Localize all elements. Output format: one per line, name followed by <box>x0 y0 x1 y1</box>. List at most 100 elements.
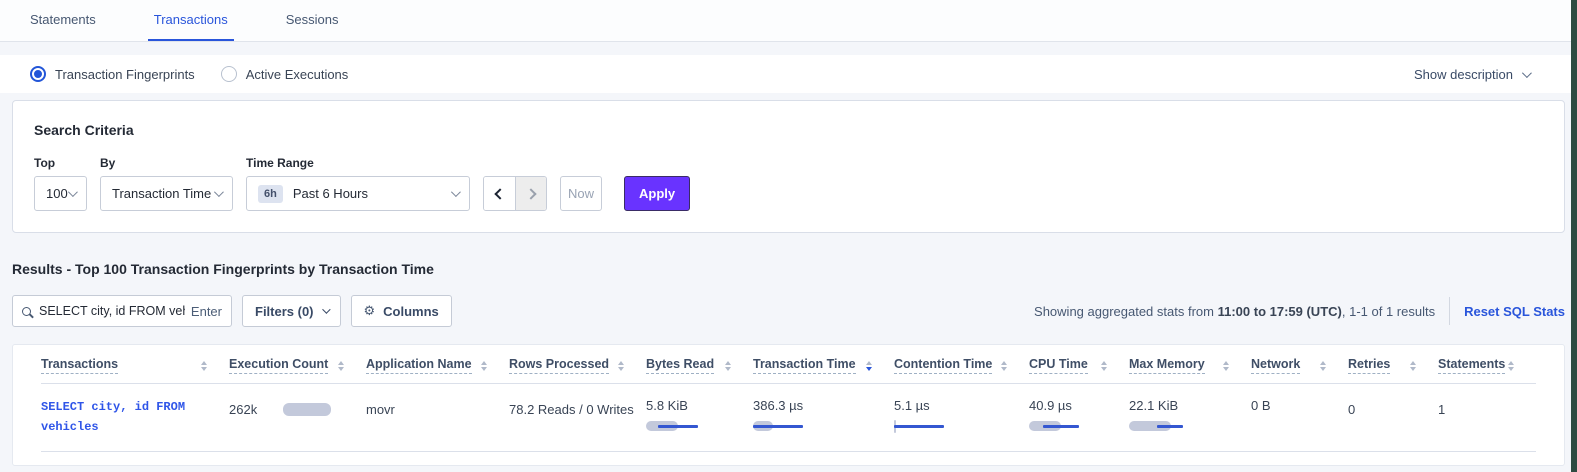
transaction-time-bar <box>753 421 894 431</box>
network-cell: 0 B <box>1251 398 1348 413</box>
sort-icon <box>1320 361 1326 371</box>
column-header-retries[interactable]: Retries <box>1348 357 1438 374</box>
bytes-read-cell: 5.8 KiB <box>646 398 753 431</box>
bytes-read-value: 5.8 KiB <box>646 398 688 413</box>
time-range-badge: 6h <box>258 185 283 203</box>
show-description-label: Show description <box>1414 67 1513 82</box>
tab-transactions-label: Transactions <box>154 12 228 27</box>
radio-selected-icon <box>30 66 46 82</box>
time-range-value: Past 6 Hours <box>293 186 368 201</box>
chevron-down-icon <box>451 187 461 197</box>
transaction-fingerprint-link[interactable]: SELECT city, id FROMvehicles <box>41 398 229 438</box>
column-header-transaction-time[interactable]: Transaction Time <box>753 357 894 374</box>
column-header-network[interactable]: Network <box>1251 357 1348 374</box>
column-header-rows-processed[interactable]: Rows Processed <box>509 357 646 374</box>
enter-button[interactable]: Enter <box>191 304 222 319</box>
top-field: Top 100 <box>34 156 87 211</box>
max-memory-cell: 22.1 KiB <box>1129 398 1251 431</box>
search-input[interactable] <box>39 304 185 318</box>
time-range-select[interactable]: 6h Past 6 Hours <box>246 176 470 211</box>
column-header-transactions[interactable]: Transactions <box>41 357 229 374</box>
search-criteria-card: Search Criteria Top 100 By Transaction T… <box>12 100 1565 233</box>
radio-transaction-fingerprints[interactable]: Transaction Fingerprints <box>30 66 195 82</box>
sql-activity-page: Statements Transactions Sessions Transac… <box>0 0 1577 472</box>
tab-sessions-label: Sessions <box>286 12 339 27</box>
application-name-cell: movr <box>366 398 509 417</box>
cpu-time-cell: 40.9 µs <box>1029 398 1129 431</box>
results-title: Results - Top 100 Transaction Fingerprin… <box>12 261 1577 277</box>
by-select-value: Transaction Time <box>112 186 211 201</box>
reset-sql-stats-link[interactable]: Reset SQL Stats <box>1464 304 1565 319</box>
stats-prefix: Showing aggregated stats from <box>1034 304 1218 319</box>
chevron-down-icon <box>322 305 330 313</box>
transaction-time-value: 386.3 µs <box>753 398 803 413</box>
contention-time-bar <box>894 421 1029 431</box>
transaction-cell: SELECT city, id FROMvehicles <box>41 398 229 438</box>
arrow-left-icon <box>494 188 505 199</box>
top-select[interactable]: 100 <box>34 176 87 211</box>
now-button[interactable]: Now <box>560 176 602 211</box>
filters-button-label: Filters (0) <box>255 304 314 319</box>
gear-icon: ⚙ <box>364 305 376 318</box>
radio-unselected-icon <box>221 66 237 82</box>
sort-icon <box>1410 361 1416 371</box>
arrow-right-icon <box>525 188 536 199</box>
results-search-box: Enter <box>12 295 232 327</box>
time-prev-button[interactable] <box>484 177 515 210</box>
show-description-toggle[interactable]: Show description <box>1414 67 1529 82</box>
time-range-field: Time Range 6h Past 6 Hours <box>246 156 470 211</box>
tab-transactions[interactable]: Transactions <box>148 0 234 41</box>
aggregated-stats-text: Showing aggregated stats from 11:00 to 1… <box>1034 304 1435 319</box>
by-label: By <box>100 156 233 170</box>
by-select[interactable]: Transaction Time <box>100 176 233 211</box>
tab-statements[interactable]: Statements <box>24 0 102 41</box>
contention-time-cell: 5.1 µs <box>894 398 1029 431</box>
column-header-statements[interactable]: Statements <box>1438 357 1536 374</box>
columns-button[interactable]: ⚙ Columns <box>351 295 452 327</box>
execution-count-value: 262k <box>229 402 257 417</box>
column-header-max-memory[interactable]: Max Memory <box>1129 357 1251 374</box>
sort-icon <box>1223 361 1229 371</box>
column-header-bytes-read[interactable]: Bytes Read <box>646 357 753 374</box>
sort-icon <box>481 361 487 371</box>
radio-active-executions[interactable]: Active Executions <box>221 66 349 82</box>
columns-button-label: Columns <box>383 304 439 319</box>
divider <box>1449 297 1450 325</box>
sort-icon <box>725 361 731 371</box>
apply-button-label: Apply <box>639 186 675 201</box>
time-next-button[interactable] <box>515 177 546 210</box>
tab-sessions[interactable]: Sessions <box>280 0 345 41</box>
radio-active-executions-label: Active Executions <box>246 67 349 82</box>
search-icon <box>22 307 31 316</box>
sort-desc-icon <box>866 361 872 371</box>
column-header-cpu-time[interactable]: CPU Time <box>1029 357 1129 374</box>
column-header-contention-time[interactable]: Contention Time <box>894 357 1029 374</box>
max-memory-value: 22.1 KiB <box>1129 398 1178 413</box>
cpu-time-value: 40.9 µs <box>1029 398 1072 413</box>
column-header-application-name[interactable]: Application Name <box>366 357 509 374</box>
column-header-execution-count[interactable]: Execution Count <box>229 357 366 374</box>
sort-icon <box>201 361 207 371</box>
contention-time-value: 5.1 µs <box>894 398 930 413</box>
execution-count-cell: 262k <box>229 398 366 417</box>
statements-cell: 1 <box>1438 398 1536 417</box>
top-select-value: 100 <box>46 186 68 201</box>
table-row: SELECT city, id FROMvehicles 262k movr 7… <box>41 384 1536 452</box>
top-label: Top <box>34 156 87 170</box>
apply-button[interactable]: Apply <box>624 176 690 211</box>
sort-icon <box>1101 361 1107 371</box>
cpu-time-bar <box>1029 421 1129 431</box>
retries-cell: 0 <box>1348 398 1438 417</box>
rows-processed-cell: 78.2 Reads / 0 Writes <box>509 398 646 417</box>
sort-icon <box>1508 361 1514 371</box>
filters-button[interactable]: Filters (0) <box>242 295 341 327</box>
by-field: By Transaction Time <box>100 156 233 211</box>
max-memory-bar <box>1129 421 1251 431</box>
radio-transaction-fingerprints-label: Transaction Fingerprints <box>55 67 195 82</box>
sort-icon <box>618 361 624 371</box>
bytes-read-bar <box>646 421 753 431</box>
now-button-label: Now <box>568 186 594 201</box>
results-table: Transactions Execution Count Application… <box>12 344 1565 466</box>
chevron-down-icon <box>1522 68 1532 78</box>
time-range-nav <box>483 176 547 211</box>
